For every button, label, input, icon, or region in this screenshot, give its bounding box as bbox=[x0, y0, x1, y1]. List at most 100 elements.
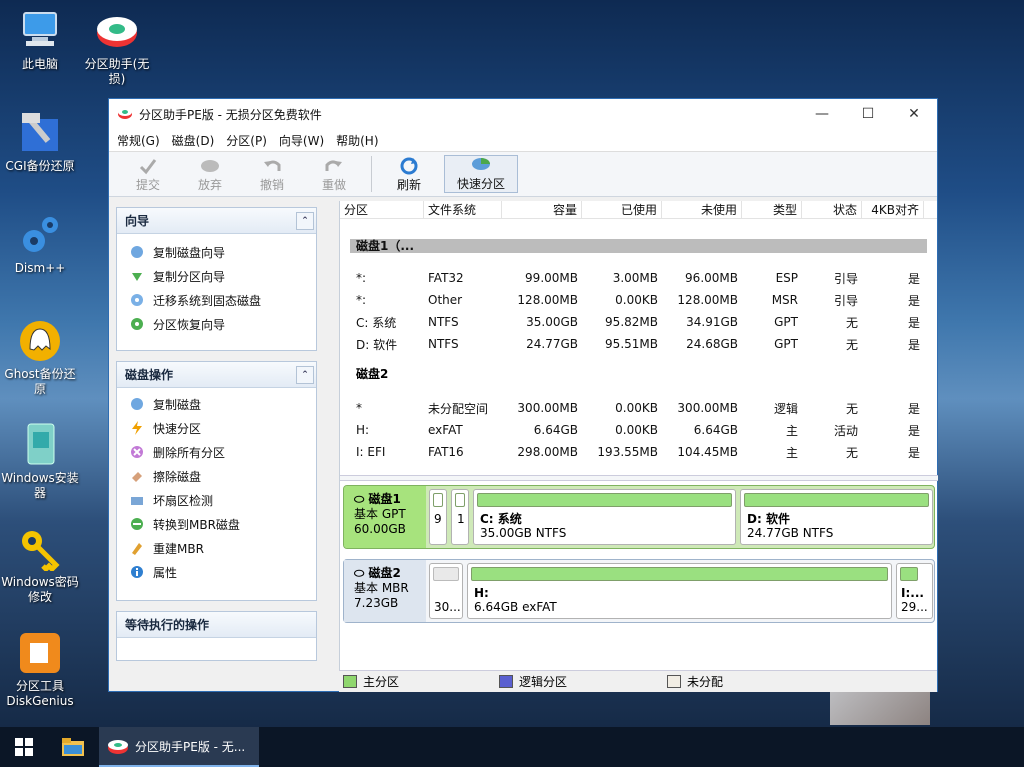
desktop-icon-label: Ghost备份还原 bbox=[4, 367, 76, 396]
c-segment-name: C: 系统 bbox=[480, 512, 522, 526]
installer-icon bbox=[16, 422, 64, 468]
col-used[interactable]: 已使用 bbox=[582, 201, 662, 218]
col-4k-align[interactable]: 4KB对齐 bbox=[862, 201, 924, 218]
copy-disk-label: 复制磁盘 bbox=[153, 397, 202, 412]
window-title: 分区助手PE版 - 无损分区免费软件 bbox=[139, 107, 322, 122]
folder-icon bbox=[62, 738, 84, 756]
cell-used: 95.82MB bbox=[605, 315, 658, 329]
close-button[interactable]: ✕ bbox=[891, 99, 937, 129]
cell-used: 0.00KB bbox=[615, 401, 658, 415]
quick-partition-action[interactable]: 快速分区 bbox=[117, 416, 316, 440]
col-filesystem[interactable]: 文件系统 bbox=[424, 201, 502, 218]
copy-disk-action[interactable]: 复制磁盘 bbox=[117, 392, 316, 416]
menu-partition[interactable]: 分区(P) bbox=[220, 132, 273, 149]
cell-status: 无 bbox=[845, 401, 858, 416]
table-row[interactable]: * 未分配空间 300.00MB 0.00KB 300.00MB 逻辑 无 是 bbox=[340, 397, 937, 419]
disk2-h-segment[interactable]: H: 6.64GB exFAT bbox=[467, 563, 892, 619]
menu-disk[interactable]: 磁盘(D) bbox=[166, 132, 221, 149]
minimize-button[interactable]: — bbox=[799, 99, 845, 129]
disk1-d-segment[interactable]: D: 软件 24.77GB NTFS bbox=[740, 489, 933, 545]
pending-operations-header[interactable]: 等待执行的操作 bbox=[117, 612, 316, 638]
cell-4k-align: 是 bbox=[907, 445, 920, 460]
desktop-icon-dism[interactable]: Dism++ bbox=[0, 212, 80, 276]
disk2-i-segment[interactable]: I:... 29... bbox=[896, 563, 933, 619]
table-row[interactable]: *: FAT32 99.00MB 3.00MB 96.00MB ESP 引导 是 bbox=[340, 267, 937, 289]
partition-assistant-icon bbox=[93, 8, 141, 54]
discard-button[interactable]: 放弃 bbox=[179, 154, 241, 194]
menu-general[interactable]: 常规(G) bbox=[111, 132, 166, 149]
col-partition[interactable]: 分区 bbox=[340, 201, 424, 218]
menu-wizard[interactable]: 向导(W) bbox=[273, 132, 330, 149]
properties-action[interactable]: 属性 bbox=[117, 560, 316, 584]
delete-all-partitions-action[interactable]: 删除所有分区 bbox=[117, 440, 316, 464]
menu-help[interactable]: 帮助(H) bbox=[330, 132, 384, 149]
pane-splitter[interactable] bbox=[340, 475, 938, 481]
table-row[interactable]: I: EFI FAT16 298.00MB 193.55MB 104.45MB … bbox=[340, 441, 937, 463]
desktop-icon-password[interactable]: Windows密码修改 bbox=[0, 526, 80, 605]
disk1-name-row: ⬭ 磁盘1 bbox=[354, 492, 416, 507]
cell-unused: 6.64GB bbox=[693, 423, 738, 437]
disk1-c-segment[interactable]: C: 系统 35.00GB NTFS bbox=[473, 489, 736, 545]
disk-operations-title: 磁盘操作 bbox=[125, 368, 174, 382]
disk2-bar[interactable]: ⬭ 磁盘2 基本 MBR 7.23GB 30... H: 6.64GB exFAT… bbox=[343, 559, 935, 623]
cell-unused: 34.91GB bbox=[686, 315, 738, 329]
copy-partition-wizard[interactable]: 复制分区向导 bbox=[117, 264, 316, 288]
partition-assistant-icon bbox=[108, 740, 128, 754]
desktop-icon-cgi[interactable]: CGI备份还原 bbox=[0, 110, 80, 174]
check-icon bbox=[139, 156, 157, 176]
desktop-icon-ghost[interactable]: Ghost备份还原 bbox=[0, 318, 80, 397]
chevron-up-icon[interactable]: ⌃ bbox=[296, 211, 314, 230]
disk2-group-header[interactable]: 磁盘2 bbox=[356, 365, 937, 383]
partition-recovery-wizard[interactable]: 分区恢复向导 bbox=[117, 312, 316, 336]
desktop-icon-label: Dism++ bbox=[14, 261, 66, 275]
col-capacity[interactable]: 容量 bbox=[502, 201, 582, 218]
disk2-unallocated-segment[interactable]: 30... bbox=[429, 563, 463, 619]
cell-unused: 128.00MB bbox=[677, 293, 738, 307]
title-bar[interactable]: 分区助手PE版 - 无损分区免费软件 — ☐ ✕ bbox=[109, 99, 937, 129]
table-row[interactable]: C: 系统 NTFS 35.00GB 95.82MB 34.91GB GPT 无… bbox=[340, 311, 937, 333]
logical-swatch bbox=[499, 675, 514, 688]
migrate-os-wizard[interactable]: 迁移系统到固态磁盘 bbox=[117, 288, 316, 312]
file-explorer-button[interactable] bbox=[50, 727, 96, 767]
disk1-bar[interactable]: ⬭ 磁盘1 基本 GPT 60.00GB 9 1 C: 系统 35.00GB NT… bbox=[343, 485, 935, 549]
taskbar-partition-assistant[interactable]: 分区助手PE版 - 无... bbox=[99, 727, 259, 767]
eraser-icon bbox=[129, 468, 145, 484]
desktop-icon-partition-assistant[interactable]: 分区助手(无损) bbox=[77, 8, 157, 87]
wizard-panel-header[interactable]: 向导 ⌃ bbox=[117, 208, 316, 234]
commit-button[interactable]: 提交 bbox=[117, 154, 179, 194]
table-row[interactable]: D: 软件 NTFS 24.77GB 95.51MB 24.68GB GPT 无… bbox=[340, 333, 937, 355]
maximize-button[interactable]: ☐ bbox=[845, 99, 891, 129]
table-row[interactable]: H: exFAT 6.64GB 0.00KB 6.64GB 主 活动 是 bbox=[340, 419, 937, 441]
undo-button[interactable]: 撤销 bbox=[241, 154, 303, 194]
col-type[interactable]: 类型 bbox=[742, 201, 802, 218]
desktop-icon-diskgenius[interactable]: 分区工具DiskGenius bbox=[0, 630, 80, 709]
disk1-msr-segment[interactable]: 1 bbox=[451, 489, 469, 545]
disk1-group-header[interactable]: 磁盘1（... bbox=[350, 239, 927, 253]
redo-button[interactable]: 重做 bbox=[303, 154, 365, 194]
desktop-icon-this-pc[interactable]: 此电脑 bbox=[0, 8, 80, 72]
rebuild-mbr-action[interactable]: 重建MBR bbox=[117, 536, 316, 560]
refresh-button[interactable]: 刷新 bbox=[378, 154, 440, 194]
convert-to-mbr-action[interactable]: 转换到MBR磁盘 bbox=[117, 512, 316, 536]
start-button[interactable] bbox=[0, 727, 48, 767]
bad-sector-check-action[interactable]: 坏扇区检测 bbox=[117, 488, 316, 512]
wipe-disk-action[interactable]: 擦除磁盘 bbox=[117, 464, 316, 488]
cell-type: 主 bbox=[785, 423, 798, 438]
table-row[interactable]: *: Other 128.00MB 0.00KB 128.00MB MSR 引导… bbox=[340, 289, 937, 311]
migrate-icon bbox=[129, 292, 145, 308]
disk-operations-header[interactable]: 磁盘操作 ⌃ bbox=[117, 362, 316, 388]
undo-label: 撤销 bbox=[259, 177, 284, 192]
col-status[interactable]: 状态 bbox=[802, 201, 862, 218]
col-unused[interactable]: 未使用 bbox=[662, 201, 742, 218]
info-icon bbox=[129, 564, 145, 580]
quick-partition-button[interactable]: 快速分区 bbox=[444, 155, 518, 193]
desktop-icon-windows-installer[interactable]: Windows安装器 bbox=[0, 422, 80, 501]
commit-label: 提交 bbox=[135, 177, 160, 192]
menu-bar: 常规(G) 磁盘(D) 分区(P) 向导(W) 帮助(H) bbox=[109, 129, 937, 151]
copy-disk-wizard[interactable]: 复制磁盘向导 bbox=[117, 240, 316, 264]
taskbar-task-label: 分区助手PE版 - 无... bbox=[135, 739, 246, 754]
cell-unused: 24.68GB bbox=[686, 337, 738, 351]
redo-icon bbox=[325, 156, 343, 176]
chevron-up-icon[interactable]: ⌃ bbox=[296, 365, 314, 384]
disk1-esp-segment[interactable]: 9 bbox=[429, 489, 447, 545]
